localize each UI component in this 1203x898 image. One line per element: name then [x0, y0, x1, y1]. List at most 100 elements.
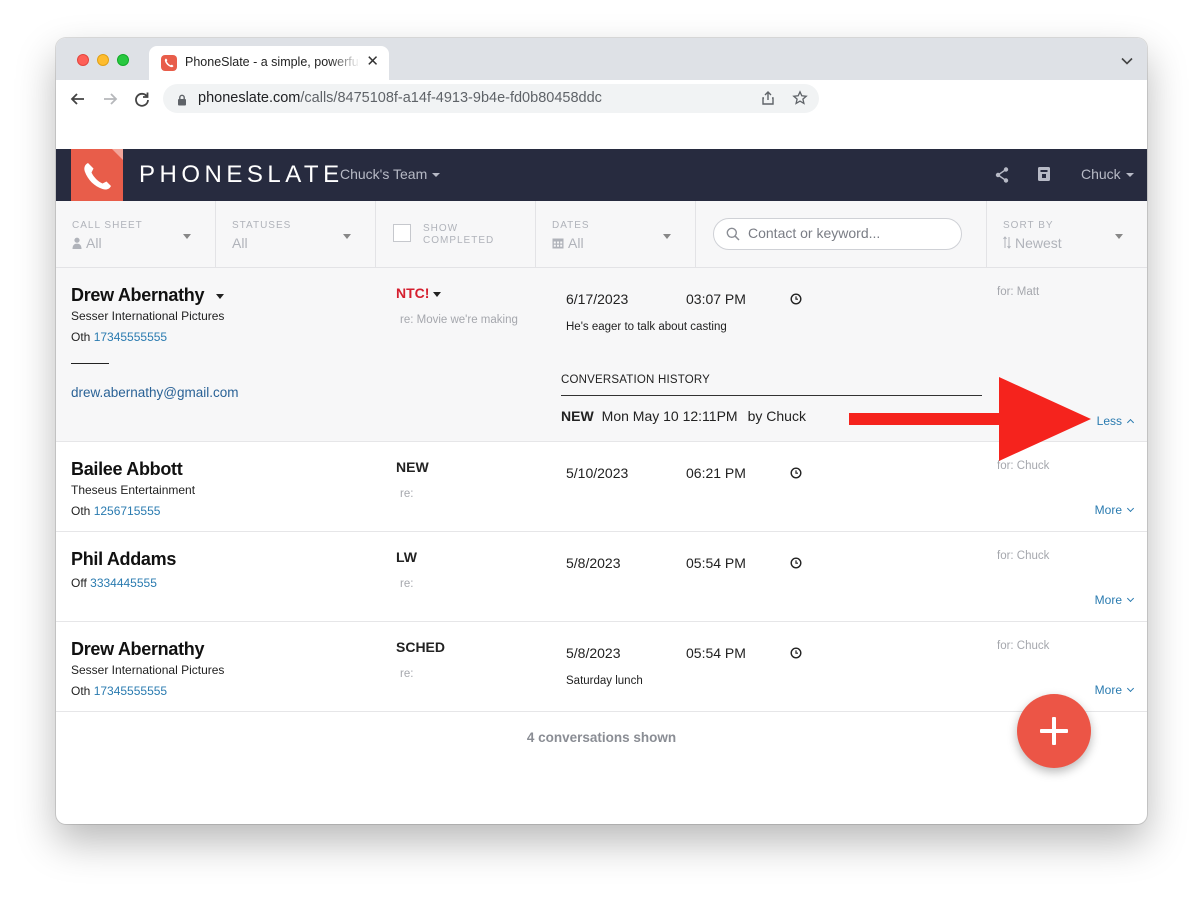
- app-header: PHONESLATE Chuck's Team Chuck: [56, 149, 1147, 201]
- clock-icon[interactable]: [790, 466, 802, 484]
- contact-phone: Oth 17345555555: [71, 330, 168, 344]
- call-for: for: Chuck: [997, 640, 1050, 652]
- clock-icon[interactable]: [790, 556, 802, 574]
- favicon-icon: [161, 55, 177, 71]
- sort-by-caret-icon: [1115, 234, 1123, 239]
- contact-email[interactable]: drew.abernathy@gmail.com: [71, 385, 239, 400]
- call-time: 05:54 PM: [686, 645, 746, 661]
- call-for: for: Matt: [997, 286, 1040, 298]
- chevron-down-icon: [1126, 684, 1135, 693]
- call-row[interactable]: Phil Addams Off 3334445555 LW re: 5/8/20…: [56, 532, 1147, 622]
- annotation-arrow: [849, 377, 1091, 466]
- contact-company: Sesser International Pictures: [71, 663, 225, 677]
- contact-caret-icon[interactable]: [216, 293, 225, 299]
- sort-by-value: Newest: [1003, 235, 1062, 251]
- less-toggle[interactable]: Less: [1097, 414, 1135, 428]
- share-page-icon[interactable]: [760, 90, 776, 111]
- show-completed-filter[interactable]: SHOW COMPLETED: [376, 201, 536, 267]
- filter-bar: CALL SHEET All STATUSES All SHOW COMPLETE…: [56, 201, 1147, 268]
- clock-icon[interactable]: [790, 646, 802, 664]
- search-box[interactable]: [713, 218, 962, 250]
- call-regarding: re:: [400, 578, 414, 590]
- search-cell: [696, 201, 987, 267]
- call-row[interactable]: Drew Abernathy Sesser International Pict…: [56, 622, 1147, 712]
- phone-logo-icon[interactable]: [71, 149, 123, 201]
- contact-phone: Oth 1256715555: [71, 504, 161, 518]
- dates-filter[interactable]: DATES All: [536, 201, 696, 267]
- contact-company: Theseus Entertainment: [71, 483, 196, 497]
- more-toggle[interactable]: More: [1095, 593, 1135, 607]
- lock-icon: [177, 93, 187, 111]
- contact-name[interactable]: Drew Abernathy: [71, 285, 225, 306]
- call-date: 5/10/2023: [566, 465, 629, 481]
- archive-icon[interactable]: [1037, 166, 1051, 187]
- call-time: 06:21 PM: [686, 465, 746, 481]
- dates-value: All: [552, 235, 584, 251]
- contact-name[interactable]: Phil Addams: [71, 549, 176, 570]
- browser-tab[interactable]: PhoneSlate - a simple, powerful ✕: [149, 46, 389, 80]
- call-sheet-value: All: [72, 235, 102, 251]
- call-note: Saturday lunch: [566, 675, 643, 687]
- contact-phone: Oth 17345555555: [71, 684, 168, 698]
- minimize-window-button[interactable]: [97, 54, 109, 66]
- history-label: CONVERSATION HISTORY: [561, 374, 711, 386]
- share-icon[interactable]: [994, 166, 1010, 189]
- dates-caret-icon: [663, 234, 671, 239]
- history-entry: NEW Mon May 10 12:11PM by Chuck: [561, 408, 806, 424]
- sort-by-filter[interactable]: SORT BY Newest: [987, 201, 1147, 267]
- team-selector[interactable]: Chuck's Team: [340, 166, 441, 182]
- back-arrow-icon[interactable]: [67, 88, 89, 110]
- clock-icon[interactable]: [790, 292, 802, 310]
- call-date: 5/8/2023: [566, 645, 621, 661]
- call-status: SCHED: [396, 639, 446, 655]
- call-time: 05:54 PM: [686, 555, 746, 571]
- phone-link[interactable]: 17345555555: [94, 684, 167, 698]
- call-sheet-filter[interactable]: CALL SHEET All: [56, 201, 216, 267]
- call-status: LW: [396, 549, 417, 565]
- calendar-icon: [552, 238, 564, 249]
- address-bar[interactable]: phoneslate.com/calls/8475108f-a14f-4913-…: [163, 84, 819, 113]
- zoom-window-button[interactable]: [117, 54, 129, 66]
- team-name: Chuck's Team: [340, 166, 428, 182]
- dates-label: DATES: [552, 220, 590, 231]
- call-note: He's eager to talk about casting: [566, 321, 727, 333]
- call-sheet-label: CALL SHEET: [72, 220, 143, 231]
- phone-link[interactable]: 3334445555: [90, 576, 157, 590]
- call-regarding: re: Movie we're making: [400, 314, 518, 326]
- tab-title: PhoneSlate - a simple, powerful: [185, 55, 360, 69]
- add-call-button[interactable]: [1017, 694, 1091, 768]
- status-selector[interactable]: NTC!: [396, 285, 442, 301]
- url-host: phoneslate.com: [198, 90, 301, 106]
- brand-name: PHONESLATE: [139, 161, 344, 188]
- tab-search-chevron-icon[interactable]: [1121, 52, 1133, 70]
- statuses-filter[interactable]: STATUSES All: [216, 201, 376, 267]
- user-icon: [72, 237, 82, 249]
- more-toggle[interactable]: More: [1095, 683, 1135, 697]
- reload-icon[interactable]: [131, 88, 153, 110]
- conversations-count: 4 conversations shown: [526, 730, 677, 745]
- tab-close-icon[interactable]: ✕: [366, 52, 379, 70]
- show-completed-checkbox[interactable]: [393, 224, 411, 242]
- browser-window: PhoneSlate - a simple, powerful ✕ phones…: [56, 38, 1147, 824]
- forward-arrow-icon[interactable]: [99, 88, 121, 110]
- search-input[interactable]: [748, 225, 948, 241]
- chevron-down-icon: [1126, 504, 1135, 513]
- statuses-label: STATUSES: [232, 220, 292, 231]
- star-icon[interactable]: [792, 90, 808, 111]
- close-window-button[interactable]: [77, 54, 89, 66]
- search-icon: [726, 227, 740, 246]
- contact-name[interactable]: Drew Abernathy: [71, 639, 204, 660]
- contact-name[interactable]: Bailee Abbott: [71, 459, 183, 480]
- user-menu[interactable]: Chuck: [1081, 166, 1134, 182]
- more-toggle[interactable]: More: [1095, 503, 1135, 517]
- phone-link[interactable]: 17345555555: [94, 330, 167, 344]
- url-path: /calls/8475108f-a14f-4913-9b4e-fd0b80458…: [300, 90, 602, 106]
- chevron-up-icon: [1126, 418, 1135, 427]
- call-regarding: re:: [400, 488, 414, 500]
- call-status: NEW: [396, 459, 429, 475]
- contact-phone: Off 3334445555: [71, 576, 157, 590]
- phone-link[interactable]: 1256715555: [94, 504, 161, 518]
- call-sheet-caret-icon: [183, 234, 191, 239]
- user-name: Chuck: [1081, 166, 1121, 182]
- contact-divider: [71, 363, 109, 364]
